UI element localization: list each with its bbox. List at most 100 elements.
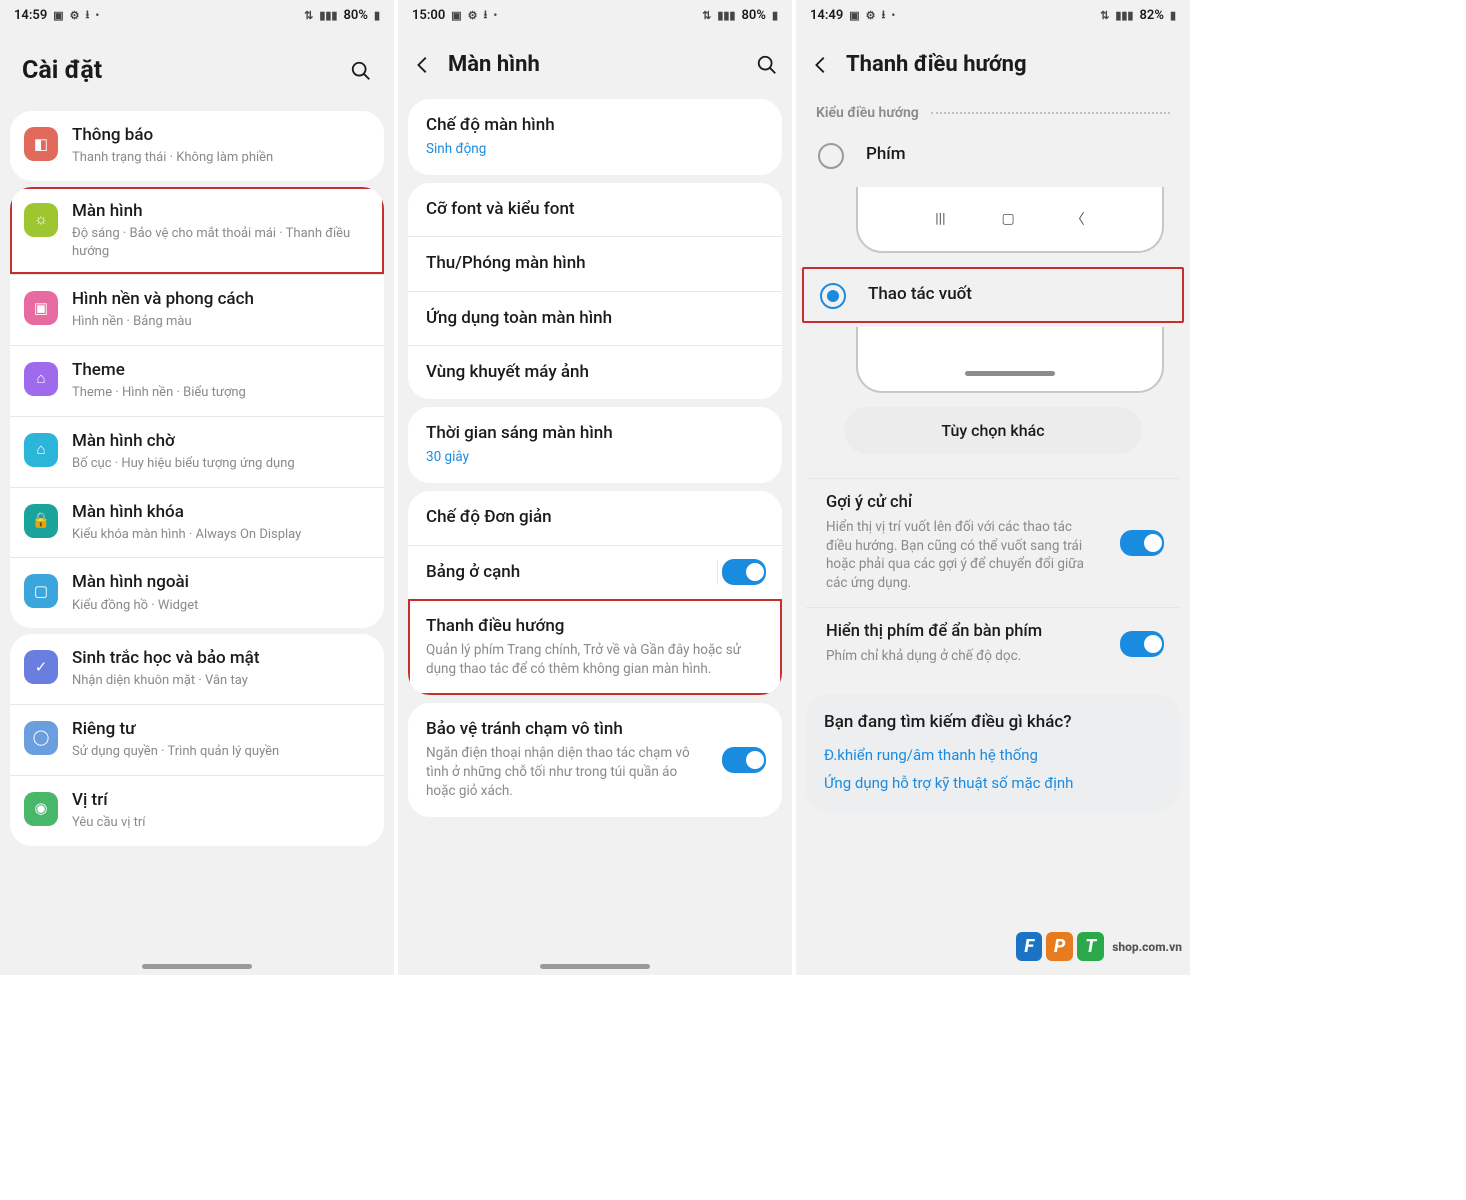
gesture-hint-toggle[interactable]: Gợi ý cử chỉ Hiển thị vị trí vuốt lên đố…	[806, 479, 1180, 607]
settings-row[interactable]: 🔒Màn hình khóaKiểu khóa màn hình · Alway…	[10, 487, 384, 558]
row-title: Thời gian sáng màn hình	[426, 423, 764, 444]
settings-row[interactable]: ⌂Màn hình chờBố cục · Huy hiệu biểu tượn…	[10, 416, 384, 487]
pane-display: 15:00 ▣ ⚙ ⭳ • ⇅ ▮▮▮ 80% ▮ Màn hình Chế đ…	[398, 0, 792, 975]
row-subtitle: Kiểu khóa màn hình · Always On Display	[72, 526, 368, 544]
row-title: Vùng khuyết máy ảnh	[426, 362, 764, 383]
settings-row[interactable]: ▣ Hình nền và phong cách Hình nền · Bảng m…	[10, 274, 384, 345]
row-title: Hình nền và phong cách	[72, 289, 368, 310]
row-subtitle: Kiểu đồng hồ · Widget	[72, 597, 368, 615]
row-subtitle: Ngăn điện thoại nhận diện thao tác chạm …	[426, 744, 764, 801]
related-link[interactable]: Ứng dụng hỗ trợ kỹ thuật số mặc định	[824, 774, 1162, 792]
dot-icon: •	[891, 9, 895, 22]
settings-row[interactable]: ☼Màn hìnhĐộ sáng · Bảo vệ cho mắt thoải …	[10, 187, 384, 274]
row-icon: 🔒	[24, 504, 58, 538]
settings-row[interactable]: ◯Riêng tưSử dụng quyền · Trình quản lý q…	[10, 704, 384, 775]
page-title: Thanh điều hướng	[846, 52, 1176, 77]
row-title: Màn hình	[72, 201, 368, 222]
page-title: Màn hình	[448, 52, 742, 77]
settings-row[interactable]: Chế độ màn hìnhSinh động	[408, 99, 782, 175]
row-title: Thông báo	[72, 125, 368, 146]
settings-row[interactable]: Thanh điều hướngQuản lý phím Trang chính…	[408, 599, 782, 695]
battery-icon: ▮	[1170, 9, 1176, 22]
back-icon[interactable]	[810, 54, 832, 76]
settings-row[interactable]: ◧Thông báoThanh trạng thái · Không làm p…	[10, 111, 384, 181]
header: Thanh điều hướng	[796, 30, 1190, 95]
row-title: Bảng ở cạnh	[426, 562, 764, 583]
settings-row[interactable]: Bảng ở cạnh	[408, 545, 782, 599]
status-bar: 14:59 ▣ ⚙ ⭳ • ⇅ ▮▮▮ 80% ▮	[0, 0, 394, 30]
back-glyph: 〈	[1071, 209, 1085, 229]
status-time: 14:49	[810, 8, 843, 23]
search-icon[interactable]	[350, 60, 372, 82]
toggle-on-icon[interactable]	[722, 559, 766, 585]
gesture-handle-glyph	[965, 371, 1055, 376]
option-label: Phím	[866, 144, 906, 165]
header: Màn hình	[398, 30, 792, 95]
settings-row[interactable]: Chế độ Đơn giản	[408, 491, 782, 544]
radio-off-icon	[818, 143, 844, 169]
hide-keyboard-button-toggle[interactable]: Hiển thị phím để ẩn bàn phím Phím chỉ kh…	[806, 607, 1180, 680]
toggle-on-icon[interactable]	[1120, 530, 1164, 556]
download-icon: ⭳	[882, 6, 886, 25]
row-icon: ▢	[24, 574, 58, 608]
row-title: Riêng tư	[72, 719, 368, 740]
toggle-on-icon[interactable]	[1120, 631, 1164, 657]
back-icon[interactable]	[412, 54, 434, 76]
battery-text: 80%	[741, 8, 765, 23]
status-bar: 14:49 ▣ ⚙ ⭳ • ⇅ ▮▮▮ 82% ▮	[796, 0, 1190, 30]
row-icon: ✓	[24, 650, 58, 684]
download-icon: ⭳	[86, 6, 90, 25]
image-icon: ▣	[849, 9, 859, 22]
row-subtitle: Quản lý phím Trang chính, Trở về và Gần …	[426, 641, 764, 679]
settings-group: Bảo vệ tránh chạm vô tình Ngăn điện thoại…	[408, 703, 782, 817]
row-icon: ⌂	[24, 362, 58, 396]
settings-group: ◧Thông báoThanh trạng thái · Không làm p…	[10, 111, 384, 181]
settings-row[interactable]: ▢ Màn hình ngoài Kiểu đồng hồ · Widget	[10, 557, 384, 628]
related-link[interactable]: Đ.khiển rung/âm thanh hệ thống	[824, 746, 1162, 764]
row-title: Ứng dụng toàn màn hình	[426, 308, 764, 329]
option-gesture[interactable]: Thao tác vuốt	[802, 267, 1184, 323]
option-buttons[interactable]: Phím	[796, 127, 1190, 183]
settings-row[interactable]: Thời gian sáng màn hình30 giây	[408, 407, 782, 483]
settings-row[interactable]: Thu/Phóng màn hình	[408, 236, 782, 290]
home-glyph: ▢	[1002, 211, 1015, 227]
image-icon: ▣	[451, 9, 461, 22]
recents-glyph: |||	[935, 211, 945, 227]
settings-row[interactable]: Ứng dụng toàn màn hình	[408, 291, 782, 345]
row-icon: ◯	[24, 721, 58, 755]
row-title: Theme	[72, 360, 368, 381]
row-subtitle: Hình nền · Bảng màu	[72, 313, 368, 331]
search-icon[interactable]	[756, 54, 778, 76]
battery-text: 82%	[1139, 8, 1163, 23]
toggle-on-icon[interactable]	[722, 747, 766, 773]
tip-question: Bạn đang tìm kiếm điều gì khác?	[824, 712, 1162, 732]
row-title: Bảo vệ tránh chạm vô tình	[426, 719, 764, 740]
row-title: Màn hình ngoài	[72, 572, 368, 593]
settings-row[interactable]: Vùng khuyết máy ảnh	[408, 345, 782, 399]
battery-icon: ▮	[374, 9, 380, 22]
battery-icon: ▮	[772, 9, 778, 22]
radio-on-icon	[820, 283, 846, 309]
status-time: 15:00	[412, 8, 445, 23]
settings-row[interactable]: Bảo vệ tránh chạm vô tình Ngăn điện thoại…	[408, 703, 782, 817]
settings-group: Chế độ Đơn giản Bảng ở cạnh Thanh điều hướ…	[408, 491, 782, 695]
signal-icon: ▮▮▮	[319, 9, 337, 22]
settings-row[interactable]: ◉Vị tríYêu cầu vị trí	[10, 775, 384, 846]
gesture-handle-indicator	[142, 964, 252, 969]
settings-row[interactable]: Cỡ font và kiểu font	[408, 183, 782, 236]
settings-group: Cỡ font và kiểu fontThu/Phóng màn hình Ứn…	[408, 183, 782, 399]
row-icon: ◧	[24, 127, 58, 161]
related-searches-card: Bạn đang tìm kiếm điều gì khác? Đ.khiển …	[806, 694, 1180, 812]
settings-row[interactable]: ✓Sinh trắc học và bảo mậtNhận diện khuôn…	[10, 634, 384, 704]
settings-group: Chế độ màn hìnhSinh động	[408, 99, 782, 175]
wifi-icon: ⇅	[1100, 9, 1109, 22]
settings-row[interactable]: ⌂ThemeTheme · Hình nền · Biểu tượng	[10, 345, 384, 416]
download-icon: ⭳	[484, 6, 488, 25]
triple-screenshot: 14:59 ▣ ⚙ ⭳ • ⇅ ▮▮▮ 80% ▮ Cài đặt ◧ Thông…	[0, 0, 1190, 975]
row-icon: ▣	[24, 291, 58, 325]
more-options-button[interactable]: Tùy chọn khác	[844, 407, 1142, 454]
row-title: Chế độ Đơn giản	[426, 507, 764, 528]
header: Cài đặt	[0, 30, 394, 105]
status-time: 14:59	[14, 8, 47, 23]
row-title: Màn hình chờ	[72, 431, 368, 452]
